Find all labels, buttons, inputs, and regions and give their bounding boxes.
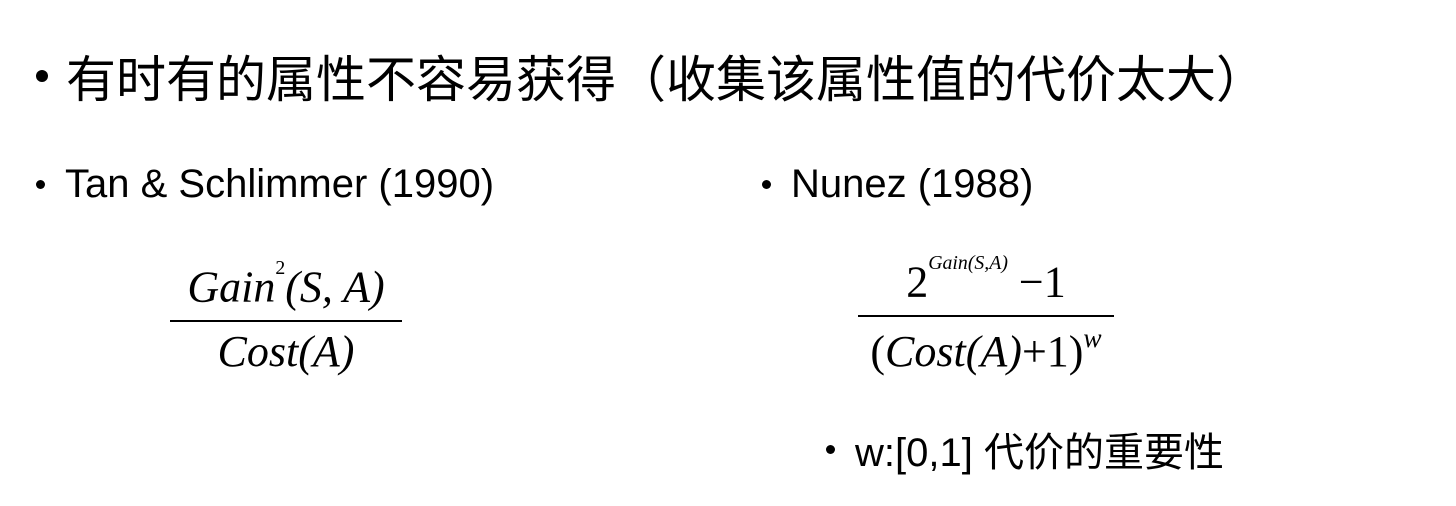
- formula-numerator: Gain2(S, A): [187, 257, 385, 312]
- bullet-dot: [762, 180, 771, 189]
- tan-schlimmer-heading: Tan & Schlimmer (1990): [65, 162, 495, 206]
- slide: 有时有的属性不容易获得（收集该属性值的代价太大） Tan & Schlimmer…: [0, 0, 1456, 506]
- formula-args: (A): [298, 327, 355, 377]
- formula-denominator: Cost(A): [217, 327, 355, 377]
- formula-paren: (: [870, 327, 886, 377]
- tan-schlimmer-bullet: Tan & Schlimmer (1990): [36, 162, 494, 207]
- formula-args: (S, A): [285, 262, 385, 312]
- weight-note-text: w:[0,1] 代价的重要性: [855, 431, 1224, 475]
- bullet-dot: [36, 180, 45, 189]
- main-bullet-text: 有时有的属性不容易获得（收集该属性值的代价太大）: [66, 52, 1266, 108]
- formula-tail: +1): [1021, 327, 1084, 377]
- nunez-bullet: Nunez (1988): [762, 162, 1033, 207]
- formula-base: 2: [906, 257, 929, 307]
- tan-schlimmer-formula: Gain2(S, A) Cost(A): [170, 257, 402, 377]
- nunez-formula: 2Gain(S,A) −1 (Cost(A)+1)w: [858, 252, 1114, 377]
- formula-exponent: w: [1083, 323, 1102, 354]
- formula-exponent: Gain(S,A): [928, 252, 1008, 274]
- formula-numerator: 2Gain(S,A) −1: [906, 252, 1066, 307]
- formula-exponent: 2: [275, 257, 286, 279]
- main-bullet: 有时有的属性不容易获得（收集该属性值的代价太大）: [36, 40, 1266, 112]
- fraction-bar: [170, 320, 402, 323]
- fraction-bar: [858, 315, 1114, 318]
- weight-note-bullet: w:[0,1] 代价的重要性: [826, 420, 1224, 478]
- formula-gain: Gain: [187, 262, 276, 312]
- formula-tail: −1: [1007, 257, 1066, 307]
- nunez-heading: Nunez (1988): [791, 162, 1034, 206]
- bullet-dot: [826, 444, 835, 454]
- formula-cost: Cost: [217, 327, 299, 377]
- formula-cost: Cost: [885, 327, 966, 377]
- bullet-dot: [36, 70, 48, 82]
- formula-args: (A): [965, 327, 1022, 377]
- formula-denominator: (Cost(A)+1)w: [870, 323, 1101, 376]
